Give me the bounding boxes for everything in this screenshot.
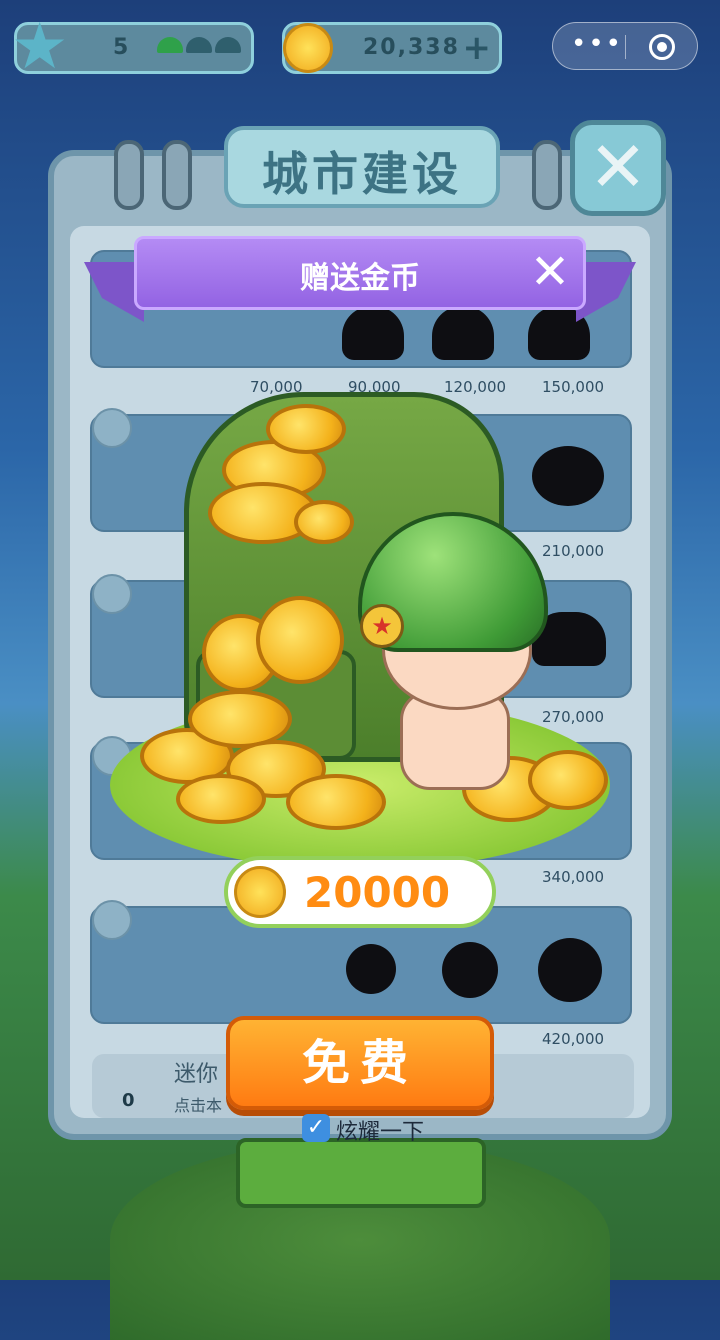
gold-coin [286, 774, 386, 830]
locked-unit-silhouette [532, 446, 604, 506]
gift-coins-banner: 赠送金币 [134, 236, 586, 310]
mini-base-count: 0 [122, 1090, 135, 1111]
level-pill: ★ 5 [11, 15, 254, 79]
gold-coin [528, 750, 608, 810]
share-label: 炫耀一下 [336, 1120, 425, 1145]
helmet-progress [157, 37, 244, 57]
coin-icon [283, 23, 333, 73]
mini-program-capsule: ••• [552, 22, 698, 70]
helmet-icon [186, 37, 212, 53]
level-value: 5 [113, 35, 129, 60]
modal-close-button[interactable]: ✕ [528, 248, 572, 296]
row-category-icon [92, 408, 132, 448]
locked-unit-silhouette [432, 306, 494, 360]
panel-title: 城市建设 [262, 147, 462, 201]
unit-price: 420,000 [542, 1030, 605, 1048]
helmet-icon [157, 37, 183, 53]
coin-balance-pill: 20,338 + [282, 22, 502, 74]
claim-free-button[interactable]: 免费 [226, 1016, 494, 1110]
gold-coin [266, 404, 346, 454]
modal-title: 赠送金币 [300, 261, 420, 296]
gold-coin [294, 500, 354, 544]
star-icon: ★ [11, 10, 69, 84]
unit-price: 270,000 [542, 708, 605, 726]
row-category-icon [92, 900, 132, 940]
star-headphone-icon: ★ [360, 604, 404, 648]
base-tower-top [236, 1138, 486, 1208]
locked-unit-silhouette [346, 944, 396, 994]
mini-base-subtitle: 点击本 [174, 1096, 223, 1115]
locked-unit-silhouette [442, 942, 498, 998]
exit-mini-program-icon[interactable] [649, 34, 675, 60]
unit-price: 210,000 [542, 542, 605, 560]
locked-unit-silhouette [538, 938, 602, 1002]
unit-price: 120,000 [444, 378, 507, 396]
more-options-icon[interactable]: ••• [571, 29, 623, 59]
binder-ring [114, 140, 144, 210]
gold-coin [176, 774, 266, 824]
unit-price: 150,000 [542, 378, 605, 396]
locked-unit-silhouette [342, 306, 404, 360]
add-coins-button[interactable]: + [463, 29, 492, 67]
binder-ring [532, 140, 562, 210]
panel-title-plate: 城市建设 [224, 126, 500, 208]
mini-base-title: 迷你 [174, 1062, 219, 1087]
gold-coin [256, 596, 344, 684]
coin-icon [234, 866, 286, 918]
unit-price: 340,000 [542, 868, 605, 886]
helmet-icon [215, 37, 241, 53]
capsule-divider [625, 35, 626, 59]
binder-ring [162, 140, 192, 210]
coin-balance: 20,338 [363, 35, 460, 60]
panel-close-button[interactable]: ✕ [570, 120, 666, 216]
checkbox-checked-icon[interactable]: ✓ [302, 1114, 330, 1142]
reward-amount: 20000 [304, 868, 451, 917]
reward-amount-pill: 20000 [224, 856, 496, 928]
row-category-icon [92, 574, 132, 614]
